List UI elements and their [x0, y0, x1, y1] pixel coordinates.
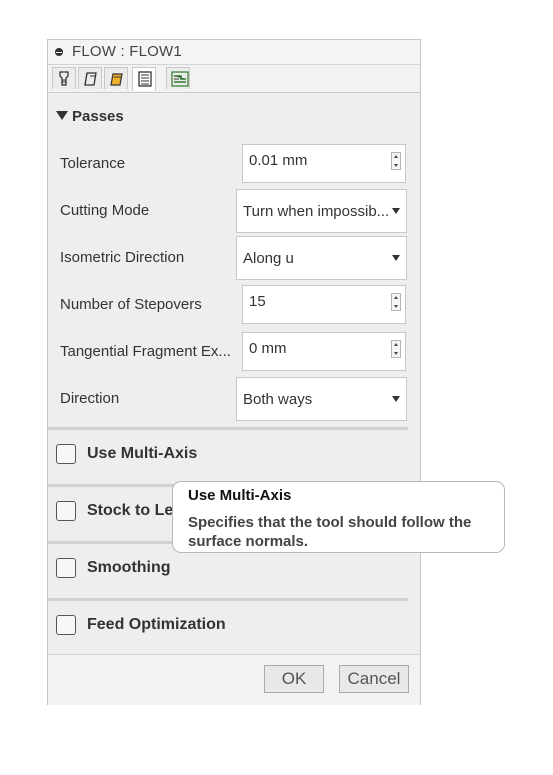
stepovers-value: 15: [249, 293, 266, 310]
tolerance-label: Tolerance: [60, 155, 126, 172]
tooltip-title: Use Multi-Axis: [188, 487, 292, 504]
tangential-value: 0 mm: [249, 340, 287, 357]
multi-axis-label: Use Multi-Axis: [87, 445, 198, 462]
divider: [48, 598, 408, 601]
cutting-mode-label: Cutting Mode: [60, 202, 150, 219]
tab-bar: [48, 65, 420, 93]
tolerance-input[interactable]: 0.01 mm: [242, 144, 406, 183]
stepovers-label: Number of Stepovers: [60, 296, 202, 313]
ok-button[interactable]: OK: [264, 665, 324, 693]
cutting-mode-select[interactable]: Turn when impossib...: [236, 189, 407, 233]
passes-icon: [138, 71, 152, 87]
multi-axis-tooltip: Use Multi-Axis Specifies that the tool s…: [172, 481, 505, 553]
tolerance-value: 0.01 mm: [249, 152, 308, 169]
chevron-down-icon: [392, 208, 400, 214]
title-bar[interactable]: FLOW : FLOW1: [48, 40, 420, 65]
tab-linking[interactable]: [166, 67, 190, 89]
passes-section-header[interactable]: Passes: [56, 108, 124, 125]
multi-axis-checkbox[interactable]: [56, 444, 76, 464]
stepovers-input[interactable]: 15: [242, 285, 406, 324]
dialog-title: FLOW : FLOW1: [72, 43, 182, 60]
feed-optimization-label: Feed Optimization: [87, 616, 226, 633]
geometry-icon: [84, 72, 97, 86]
flow-dialog: FLOW : FLOW1 Passes Tolerance 0.01 mm Cu…: [47, 39, 421, 705]
tangential-label: Tangential Fragment Ex...: [60, 343, 231, 360]
tab-tool[interactable]: [52, 67, 76, 89]
direction-value: Both ways: [243, 391, 313, 408]
tangential-spinner[interactable]: [391, 340, 401, 358]
isometric-direction-value: Along u: [243, 250, 294, 267]
chevron-down-icon: [392, 396, 400, 402]
cutting-mode-value: Turn when impossib...: [243, 203, 390, 220]
tool-icon: [59, 71, 69, 86]
divider: [48, 427, 408, 430]
direction-select[interactable]: Both ways: [236, 377, 407, 421]
passes-content: Passes Tolerance 0.01 mm Cutting Mode Tu…: [48, 94, 420, 654]
tab-geometry[interactable]: [78, 67, 102, 89]
passes-heading: Passes: [72, 108, 124, 125]
heights-icon: [110, 73, 123, 86]
collapse-icon[interactable]: [55, 48, 63, 56]
stock-to-leave-label: Stock to Le: [87, 502, 174, 519]
cancel-button[interactable]: Cancel: [339, 665, 409, 693]
dialog-footer: OK Cancel: [48, 654, 420, 705]
tangential-input[interactable]: 0 mm: [242, 332, 406, 371]
isometric-direction-select[interactable]: Along u: [236, 236, 407, 280]
tolerance-spinner[interactable]: [391, 152, 401, 170]
smoothing-label: Smoothing: [87, 559, 171, 576]
stock-to-leave-checkbox[interactable]: [56, 501, 76, 521]
direction-label: Direction: [60, 390, 120, 407]
smoothing-checkbox[interactable]: [56, 558, 76, 578]
collapse-triangle-icon: [56, 111, 68, 120]
linking-icon: [171, 71, 189, 87]
tab-passes[interactable]: [132, 67, 156, 91]
stepovers-spinner[interactable]: [391, 293, 401, 311]
tab-heights[interactable]: [104, 67, 128, 89]
isometric-direction-label: Isometric Direction: [60, 249, 185, 266]
feed-optimization-checkbox[interactable]: [56, 615, 76, 635]
chevron-down-icon: [392, 255, 400, 261]
tooltip-body: Specifies that the tool should follow th…: [188, 514, 472, 550]
